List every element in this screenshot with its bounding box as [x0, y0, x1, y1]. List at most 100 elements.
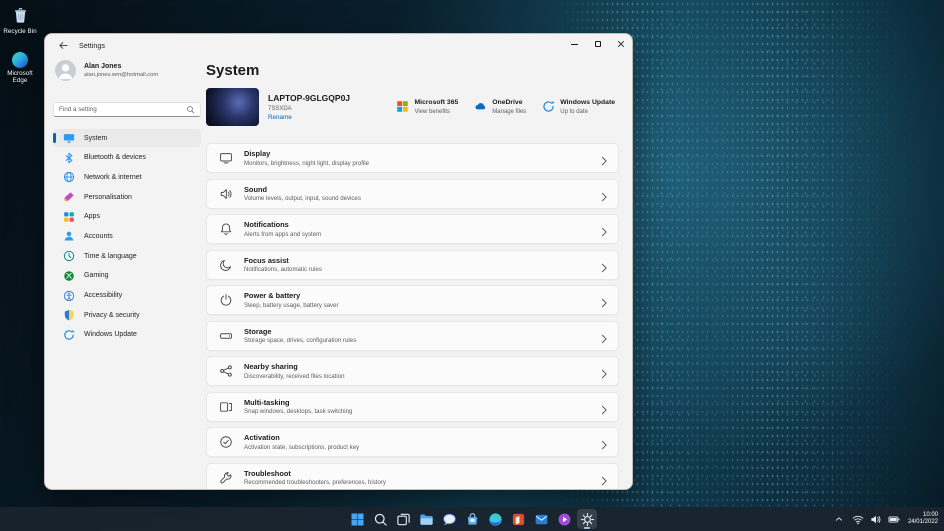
store-button[interactable]	[462, 509, 482, 529]
user-name: Alan Jones	[84, 63, 158, 70]
gaming-icon	[63, 270, 75, 282]
sidebar-item-privacy-security[interactable]: Privacy & security	[53, 306, 201, 324]
status-subtitle: Up to date	[560, 109, 615, 115]
row-title: Nearby sharing	[244, 362, 344, 371]
sidebar-item-label: Accessibility	[84, 292, 122, 299]
close-icon	[617, 40, 625, 48]
task-view-button[interactable]	[393, 509, 413, 529]
file-explorer-button[interactable]	[416, 509, 436, 529]
media-player-button[interactable]	[554, 509, 574, 529]
chevron-right-icon	[601, 366, 608, 376]
volume-icon[interactable]	[870, 514, 882, 525]
focus-assist-icon	[219, 258, 233, 272]
status-card-onedrive[interactable]: OneDrive Manage files	[474, 99, 526, 115]
status-card-windows-update[interactable]: Windows Update Up to date	[542, 99, 615, 115]
search-icon	[186, 101, 195, 119]
store-icon	[465, 512, 480, 527]
clock[interactable]: 10:00 24/01/2022	[908, 512, 938, 527]
account-header[interactable]: Alan Jones alan.jones.wm@hotmail.com	[55, 60, 201, 81]
sidebar-nav: System Bluetooth & devices Network & int…	[53, 129, 201, 344]
sidebar-item-personalisation[interactable]: Personalisation	[53, 188, 201, 206]
battery-icon[interactable]	[888, 514, 900, 525]
taskbar: 10:00 24/01/2022	[0, 507, 944, 531]
status-card-microsoft-365[interactable]: Microsoft 365 View benefits	[396, 99, 458, 115]
nearby-sharing-icon	[219, 364, 233, 378]
sidebar-item-system[interactable]: System	[53, 129, 201, 147]
sidebar-item-time-language[interactable]: Time & language	[53, 247, 201, 265]
system-icon	[63, 132, 75, 144]
settings-row-display[interactable]: Display Monitors, brightness, night ligh…	[206, 143, 619, 173]
sidebar-item-apps[interactable]: Apps	[53, 208, 201, 226]
row-title: Sound	[244, 185, 361, 194]
sidebar-item-accounts[interactable]: Accounts	[53, 227, 201, 245]
settings-row-power-battery[interactable]: Power & battery Sleep, battery usage, ba…	[206, 285, 619, 315]
minimize-icon	[571, 44, 578, 45]
mail-icon	[534, 512, 549, 527]
settings-rows: Display Monitors, brightness, night ligh…	[206, 143, 619, 489]
settings-row-focus-assist[interactable]: Focus assist Notifications, automatic ru…	[206, 250, 619, 280]
windows-logo-icon	[350, 512, 365, 527]
task-view-icon	[396, 512, 411, 527]
window-title: Settings	[79, 41, 105, 50]
tray-time: 10:00	[908, 512, 938, 520]
settings-row-nearby-sharing[interactable]: Nearby sharing Discoverability, received…	[206, 356, 619, 386]
recycle-bin-icon	[12, 7, 29, 26]
status-title: OneDrive	[492, 99, 526, 106]
row-title: Focus assist	[244, 256, 322, 265]
maximize-button[interactable]	[586, 34, 609, 54]
taskbar-center	[347, 507, 597, 531]
back-button[interactable]	[56, 38, 70, 52]
search-input[interactable]	[59, 106, 186, 113]
window-controls	[563, 34, 632, 54]
taskbar-search-button[interactable]	[370, 509, 390, 529]
rename-link[interactable]: Rename	[268, 114, 350, 121]
desktop-icon-recycle-bin[interactable]: Recycle Bin	[1, 7, 39, 35]
row-subtitle: Sleep, battery usage, battery saver	[244, 302, 339, 309]
tray-overflow-button[interactable]	[834, 514, 846, 525]
display-icon	[219, 151, 233, 165]
settings-row-activation[interactable]: Activation Activation state, subscriptio…	[206, 427, 619, 457]
sidebar-item-gaming[interactable]: Gaming	[53, 267, 201, 285]
media-player-icon	[557, 512, 572, 527]
desktop-icon-label: Microsoft Edge	[1, 70, 39, 84]
minimize-button[interactable]	[563, 34, 586, 54]
sound-icon	[219, 187, 233, 201]
windows-update-icon	[63, 329, 75, 341]
device-thumbnail	[206, 88, 259, 126]
chevron-right-icon	[601, 224, 608, 234]
settings-row-troubleshoot[interactable]: Troubleshoot Recommended troubleshooters…	[206, 463, 619, 490]
sidebar-item-network-internet[interactable]: Network & internet	[53, 168, 201, 186]
settings-button[interactable]	[577, 509, 597, 529]
row-subtitle: Recommended troubleshooters, preferences…	[244, 479, 386, 486]
settings-row-sound[interactable]: Sound Volume levels, output, input, soun…	[206, 179, 619, 209]
chat-button[interactable]	[439, 509, 459, 529]
mail-button[interactable]	[531, 509, 551, 529]
settings-row-storage[interactable]: Storage Storage space, drives, configura…	[206, 321, 619, 351]
sidebar: Alan Jones alan.jones.wm@hotmail.com Sys…	[53, 58, 201, 344]
sidebar-item-bluetooth-devices[interactable]: Bluetooth & devices	[53, 149, 201, 167]
wifi-icon[interactable]	[852, 514, 864, 525]
office-button[interactable]	[508, 509, 528, 529]
close-button[interactable]	[609, 34, 632, 54]
chevron-right-icon	[601, 189, 608, 199]
settings-row-notifications[interactable]: Notifications Alerts from apps and syste…	[206, 214, 619, 244]
chevron-right-icon	[601, 437, 608, 447]
sidebar-item-windows-update[interactable]: Windows Update	[53, 326, 201, 344]
sidebar-item-accessibility[interactable]: Accessibility	[53, 287, 201, 305]
start-button[interactable]	[347, 509, 367, 529]
search-box	[53, 102, 201, 117]
onedrive-icon	[474, 100, 487, 113]
row-title: Storage	[244, 327, 356, 336]
chevron-right-icon	[601, 153, 608, 163]
desktop-icon-microsoft-edge[interactable]: Microsoft Edge	[1, 52, 39, 84]
edge-button[interactable]	[485, 509, 505, 529]
desktop-icon-label: Recycle Bin	[3, 28, 36, 35]
privacy-icon	[63, 309, 75, 321]
desktop: Recycle Bin Microsoft Edge Settings Alan…	[0, 0, 944, 531]
time-language-icon	[63, 250, 75, 262]
settings-row-multitasking[interactable]: Multi-tasking Snap windows, desktops, ta…	[206, 392, 619, 422]
sidebar-item-label: Bluetooth & devices	[84, 154, 146, 161]
settings-window: Settings Alan Jones alan.jones.wm@hotmai…	[44, 33, 633, 490]
row-title: Activation	[244, 433, 359, 442]
troubleshoot-icon	[219, 471, 233, 485]
